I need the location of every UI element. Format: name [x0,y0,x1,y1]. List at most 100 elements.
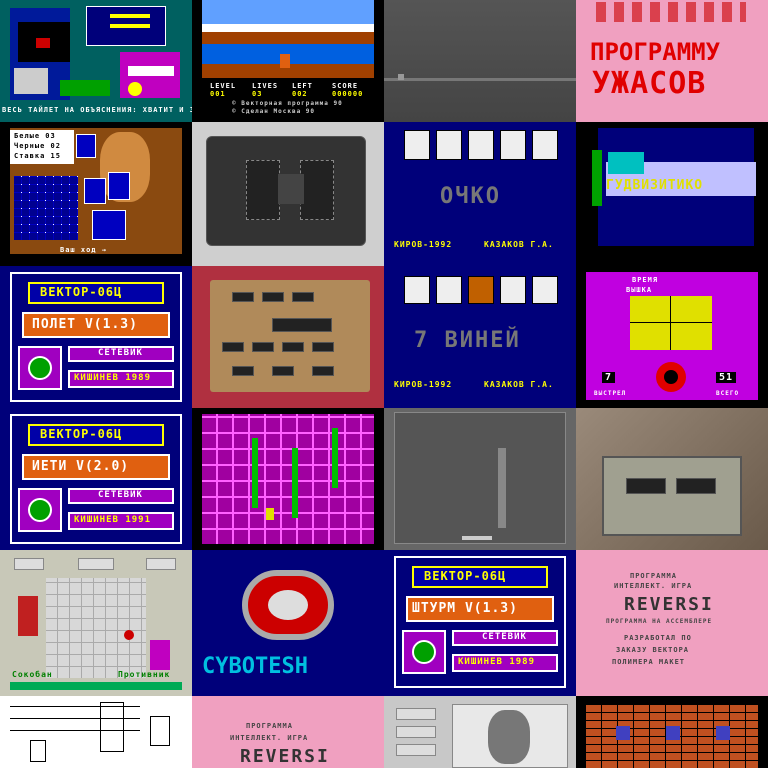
clouds [202,24,374,32]
reversi-line-6: ЗАКАЗУ ВЕКТОРА [616,646,690,654]
status-line: ВЕСЬ ТАЙЛЕТ НА ОБЪЯСНЕНИЯ: ХВАТИТ И ЗАВ [2,106,192,114]
menu-button[interactable] [78,558,114,570]
window [616,726,630,740]
tile-r5c3: ВЕКТОР-06Ц ШТУРМ V(1.3) СЕТЕВИК КИШИНЕВ … [384,550,576,696]
ochko-title: ОЧКО [440,184,501,209]
reversi-line-7: ПОЛИМЕРА МАКЕТ [612,658,686,666]
place-year: КИШИНЕВ 1989 [74,373,152,383]
hud-level: LEVEL [210,82,237,90]
menu-button[interactable] [146,558,176,570]
tile-r2c1: Белые 03 Черные 02 Ставка 15 Ваш ход → [0,122,192,266]
progress-strip [462,536,492,540]
maze-walls [202,414,374,544]
side-button[interactable] [396,744,436,756]
side-button[interactable] [396,708,436,720]
text-line [110,14,150,18]
robot-eye [268,590,308,620]
opponent-figure [150,640,170,670]
tile-r5c1: Сокобан Противник [0,550,192,696]
shots-label: ВЫСТРЕЛ [594,390,627,397]
tile-r3c3: 7 ВИНЕЙ КИРОВ-1992 КАЗАКОВ Г.А. [384,266,576,408]
tile-r2c2 [192,122,384,266]
your-move: Ваш ход → [60,246,107,254]
grey-screen [394,412,566,544]
tile-r5c4: ПРОГРАММА ИНТЕЛЛЕКТ. ИГРА REVERSI ПРОГРА… [576,550,768,696]
game-board[interactable] [46,578,146,678]
hud-score: SCORE [332,82,359,90]
smiley-icon [128,82,142,96]
vector-title: ВЕКТОР-06Ц [40,427,123,441]
scan-line [384,78,576,81]
reversi-line-4: ПРОГРАММА НА АССЕМБЛЕРЕ [606,618,713,625]
ic [232,292,254,302]
text-line [110,24,150,28]
screenshot-grid: ВЕСЬ ТАЙЛЕТ НА ОБЪЯСНЕНИЯ: ХВАТИТ И ЗАВ … [0,0,768,768]
credit-line: © Сделан Москва 90 [232,108,316,115]
board-panel [92,210,126,240]
black-count: Черные 02 [14,142,61,150]
tile-r3c1: ВЕКТОР-06Ц ПОЛЕТ V(1.3) СЕТЕВИК КИШИНЕВ … [0,266,192,408]
crosshair-v [670,296,671,350]
ic [262,292,284,302]
reversi-line-5: РАЗРАБОТАЛ ПО [624,634,692,642]
c-logo-icon [412,640,436,664]
menu-button[interactable] [14,558,44,570]
playing-card [404,276,430,304]
tile-r3c2 [192,266,384,408]
ladder [292,448,298,518]
piece [124,630,134,640]
keyboard-keys [128,66,174,76]
tile-r6c2: ПРОГРАММА ИНТЕЛЛЕКТ. ИГРА REVERSI [192,696,384,768]
game-name: ШТУРМ V(1.3) [412,601,518,616]
total-count: 51 [716,372,737,383]
game-banner: ГУДВИЗИТИКО [606,178,704,193]
place-year: КИШИНЕВ 1991 [74,515,152,525]
tile-r4c3 [384,408,576,550]
ic [626,478,666,494]
game-name: ПОЛЕТ V(1.3) [32,317,138,332]
cpu-chip [272,318,332,332]
monitor-dot [36,38,50,48]
cannon-barrel [664,370,678,384]
credit-left: КИРОВ-1992 [394,240,453,249]
ic [222,342,244,352]
status-bar [10,682,182,690]
tower-label: ВЫШКА [626,286,653,294]
board-panel [84,178,106,204]
card-icon [76,134,96,158]
schematic-ic [30,740,46,762]
tile-r2c4: ГУДВИЗИТИКО [576,122,768,266]
brand-name: СЕТЕВИК [98,348,143,358]
opponent-label: Противник [118,670,171,679]
place-year: КИШИНЕВ 1989 [458,657,536,667]
portrait [488,710,530,764]
playing-card [436,130,462,160]
credit-left: КИРОВ-1992 [394,380,453,389]
tile-r4c2 [192,408,384,550]
playing-card [500,276,526,304]
tile-r2c3: ОЧКО КИРОВ-1992 КАЗАКОВ Г.А. [384,122,576,266]
credit-right: КАЗАКОВ Г.А. [484,380,554,389]
tile-r4c4 [576,408,768,550]
board-panel [108,172,130,200]
vector-title: ВЕКТОР-06Ц [40,285,123,299]
tile-r3c4: ВРЕМЯ ВЫШКА 7 51 ВЫСТРЕЛ ВСЕГО [576,266,768,408]
tile-r6c3 [384,696,576,768]
board-grid[interactable] [14,176,78,240]
playing-card [532,276,558,304]
shots-count: 7 [602,372,616,383]
chip-die [246,160,280,220]
chip-die [300,160,334,220]
white-count: Белые 03 [14,132,56,140]
credit-right: КАЗАКОВ Г.А. [484,240,554,249]
seven-vines-title: 7 ВИНЕЙ [414,328,521,353]
side-button[interactable] [396,726,436,738]
window [666,726,680,740]
tile-r5c2: CYBOTESH [192,550,384,696]
schematic-ic [100,702,124,752]
reversi-title: REVERSI [624,594,714,615]
crosshair-h [630,322,712,323]
schematic-ic [150,716,170,746]
cursor [398,74,404,80]
ladder [252,438,258,508]
